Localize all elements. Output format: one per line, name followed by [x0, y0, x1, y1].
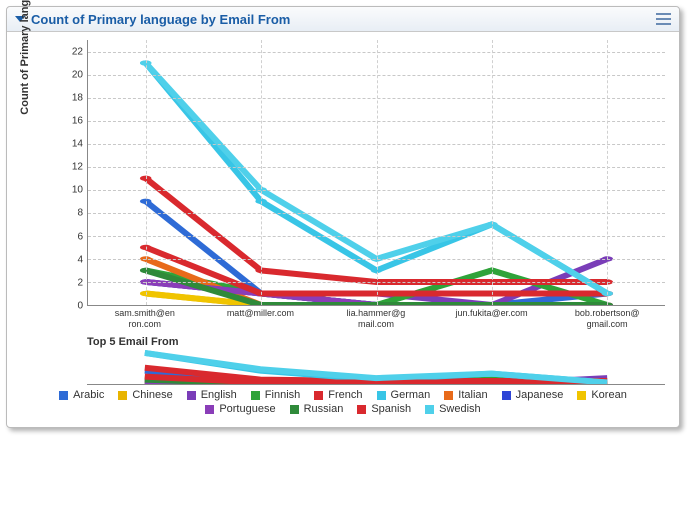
- legend-label: Russian: [304, 403, 344, 415]
- legend-swatch: [577, 391, 586, 400]
- legend-label: French: [328, 389, 362, 401]
- legend-item[interactable]: French: [314, 389, 362, 401]
- x-category-label: sam.smith@enron.com: [87, 306, 203, 330]
- chart-body: Count of Primary language 02468101214161…: [7, 32, 679, 427]
- legend-item[interactable]: Swedish: [425, 403, 481, 415]
- legend-label: Finnish: [265, 389, 300, 401]
- panel-header: Count of Primary language by Email From: [7, 7, 679, 32]
- legend-swatch: [187, 391, 196, 400]
- chart-panel: Count of Primary language by Email From …: [6, 6, 680, 428]
- legend-label: Korean: [591, 389, 626, 401]
- y-tick: 14: [59, 139, 83, 150]
- panel-title: Count of Primary language by Email From: [31, 12, 656, 27]
- y-tick: 20: [59, 69, 83, 80]
- legend-item[interactable]: Finnish: [251, 389, 300, 401]
- y-tick: 8: [59, 208, 83, 219]
- x-axis-categories: sam.smith@enron.commatt@miller.comlia.ha…: [87, 306, 665, 330]
- y-tick: 16: [59, 115, 83, 126]
- main-chart: Count of Primary language 02468101214161…: [59, 40, 665, 330]
- y-tick: 6: [59, 231, 83, 242]
- legend-label: Italian: [458, 389, 487, 401]
- legend-item[interactable]: Chinese: [118, 389, 172, 401]
- legend-label: German: [391, 389, 431, 401]
- legend-swatch: [425, 405, 434, 414]
- legend-item[interactable]: Portuguese: [205, 403, 275, 415]
- mini-chart-label: Top 5 Email From: [87, 336, 671, 348]
- y-tick: 0: [59, 301, 83, 312]
- legend-swatch: [59, 391, 68, 400]
- legend-label: English: [201, 389, 237, 401]
- x-category-label: lia.hammer@gmail.com: [318, 306, 434, 330]
- y-tick: 12: [59, 162, 83, 173]
- grid-line-v: [607, 40, 608, 305]
- menu-icon[interactable]: [656, 13, 671, 25]
- mini-chart-lines: [87, 350, 665, 384]
- grid-line-v: [146, 40, 147, 305]
- legend-swatch: [251, 391, 260, 400]
- grid-line-v: [492, 40, 493, 305]
- legend: Arabic Chinese English Finnish French German I…: [15, 385, 671, 423]
- grid-line-v: [377, 40, 378, 305]
- legend-swatch: [118, 391, 127, 400]
- legend-label: Portuguese: [219, 403, 275, 415]
- legend-label: Swedish: [439, 403, 481, 415]
- legend-item[interactable]: Italian: [444, 389, 487, 401]
- legend-swatch: [357, 405, 366, 414]
- legend-item[interactable]: German: [377, 389, 431, 401]
- x-category-label: bob.robertson@gmail.com: [549, 306, 665, 330]
- legend-swatch: [205, 405, 214, 414]
- legend-swatch: [290, 405, 299, 414]
- y-tick: 18: [59, 92, 83, 103]
- legend-item[interactable]: Spanish: [357, 403, 411, 415]
- y-axis-label: Count of Primary language: [19, 0, 31, 115]
- legend-label: Japanese: [516, 389, 564, 401]
- legend-item[interactable]: Korean: [577, 389, 626, 401]
- x-category-label: matt@miller.com: [203, 306, 319, 330]
- x-category-label: jun.fukita@er.com: [434, 306, 550, 330]
- legend-swatch: [444, 391, 453, 400]
- legend-swatch: [502, 391, 511, 400]
- y-tick: 4: [59, 254, 83, 265]
- y-tick: 10: [59, 185, 83, 196]
- legend-swatch: [314, 391, 323, 400]
- plot-area: [87, 40, 665, 306]
- legend-item[interactable]: English: [187, 389, 237, 401]
- legend-swatch: [377, 391, 386, 400]
- legend-label: Arabic: [73, 389, 104, 401]
- mini-chart: [87, 350, 665, 385]
- legend-item[interactable]: Japanese: [502, 389, 564, 401]
- y-tick: 22: [59, 46, 83, 57]
- legend-label: Chinese: [132, 389, 172, 401]
- grid-line-v: [261, 40, 262, 305]
- legend-item[interactable]: Russian: [290, 403, 344, 415]
- y-tick: 2: [59, 277, 83, 288]
- legend-label: Spanish: [371, 403, 411, 415]
- legend-item[interactable]: Arabic: [59, 389, 104, 401]
